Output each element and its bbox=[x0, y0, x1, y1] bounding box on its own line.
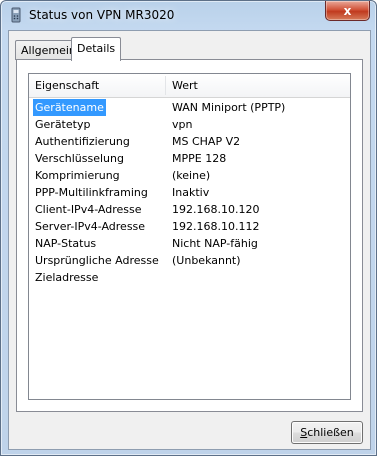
property-value: MPPE 128 bbox=[172, 152, 227, 165]
list-item[interactable]: Zieladresse bbox=[29, 269, 350, 286]
property-name: Verschlüsselung bbox=[35, 152, 124, 165]
dialog-client-area: Allgemein Details Eigenschaft Wert Gerät… bbox=[8, 30, 371, 450]
property-name: Gerätetyp bbox=[35, 118, 91, 131]
property-value: Nicht NAP-fähig bbox=[172, 237, 258, 250]
title-bar[interactable]: Status von VPN MR3020 x bbox=[1, 1, 376, 29]
list-item[interactable]: Komprimierung (keine) bbox=[29, 167, 350, 184]
tab-label: Details bbox=[77, 42, 116, 55]
window-close-button[interactable]: x bbox=[325, 1, 370, 21]
property-name: Gerätename bbox=[33, 99, 106, 116]
close-dialog-button[interactable]: Schließen bbox=[291, 421, 363, 444]
close-button-label: chließen bbox=[307, 426, 354, 439]
list-item[interactable]: Gerätetyp vpn bbox=[29, 116, 350, 133]
list-item[interactable]: Gerätename WAN Miniport (PPTP) bbox=[29, 99, 350, 116]
window-title: Status von VPN MR3020 bbox=[29, 8, 175, 22]
status-dialog-window: Status von VPN MR3020 x Allgemein Detail… bbox=[0, 0, 377, 456]
close-icon: x bbox=[343, 3, 352, 18]
details-tab-panel: Eigenschaft Wert Gerätename WAN Miniport… bbox=[16, 59, 363, 412]
list-item[interactable]: Ursprüngliche Adresse (Unbekannt) bbox=[29, 252, 350, 269]
property-name: NAP-Status bbox=[35, 237, 97, 250]
list-header: Eigenschaft Wert bbox=[29, 74, 350, 98]
phone-network-icon bbox=[11, 7, 21, 23]
list-item[interactable]: Authentifizierung MS CHAP V2 bbox=[29, 133, 350, 150]
list-item[interactable]: Server-IPv4-Adresse 192.168.10.112 bbox=[29, 218, 350, 235]
list-item[interactable]: Client-IPv4-Adresse 192.168.10.120 bbox=[29, 201, 350, 218]
property-value: MS CHAP V2 bbox=[172, 135, 241, 148]
property-name: PPP-Multilinkframing bbox=[35, 186, 148, 199]
property-value: 192.168.10.120 bbox=[172, 203, 260, 216]
list-rows: Gerätename WAN Miniport (PPTP) Gerätetyp… bbox=[29, 99, 350, 286]
tab-details[interactable]: Details bbox=[71, 37, 122, 61]
property-name: Server-IPv4-Adresse bbox=[35, 220, 146, 233]
property-value: WAN Miniport (PPTP) bbox=[172, 101, 286, 114]
property-name: Authentifizierung bbox=[35, 135, 130, 148]
property-value: (Unbekannt) bbox=[172, 254, 241, 267]
property-name: Client-IPv4-Adresse bbox=[35, 203, 142, 216]
property-value: 192.168.10.112 bbox=[172, 220, 260, 233]
property-value: vpn bbox=[172, 118, 193, 131]
column-header-value[interactable]: Wert bbox=[172, 74, 198, 97]
property-name: Zieladresse bbox=[35, 271, 99, 284]
column-header-property[interactable]: Eigenschaft bbox=[35, 74, 99, 97]
list-item[interactable]: NAP-Status Nicht NAP-fähig bbox=[29, 235, 350, 252]
property-name: Ursprüngliche Adresse bbox=[35, 254, 159, 267]
property-value: Inaktiv bbox=[172, 186, 210, 199]
list-item[interactable]: PPP-Multilinkframing Inaktiv bbox=[29, 184, 350, 201]
details-list-view[interactable]: Eigenschaft Wert Gerätename WAN Miniport… bbox=[28, 73, 351, 400]
list-item[interactable]: Verschlüsselung MPPE 128 bbox=[29, 150, 350, 167]
property-value: (keine) bbox=[172, 169, 211, 182]
tab-label: Allgemein bbox=[21, 44, 76, 57]
column-divider[interactable] bbox=[165, 76, 166, 95]
property-name: Komprimierung bbox=[35, 169, 120, 182]
